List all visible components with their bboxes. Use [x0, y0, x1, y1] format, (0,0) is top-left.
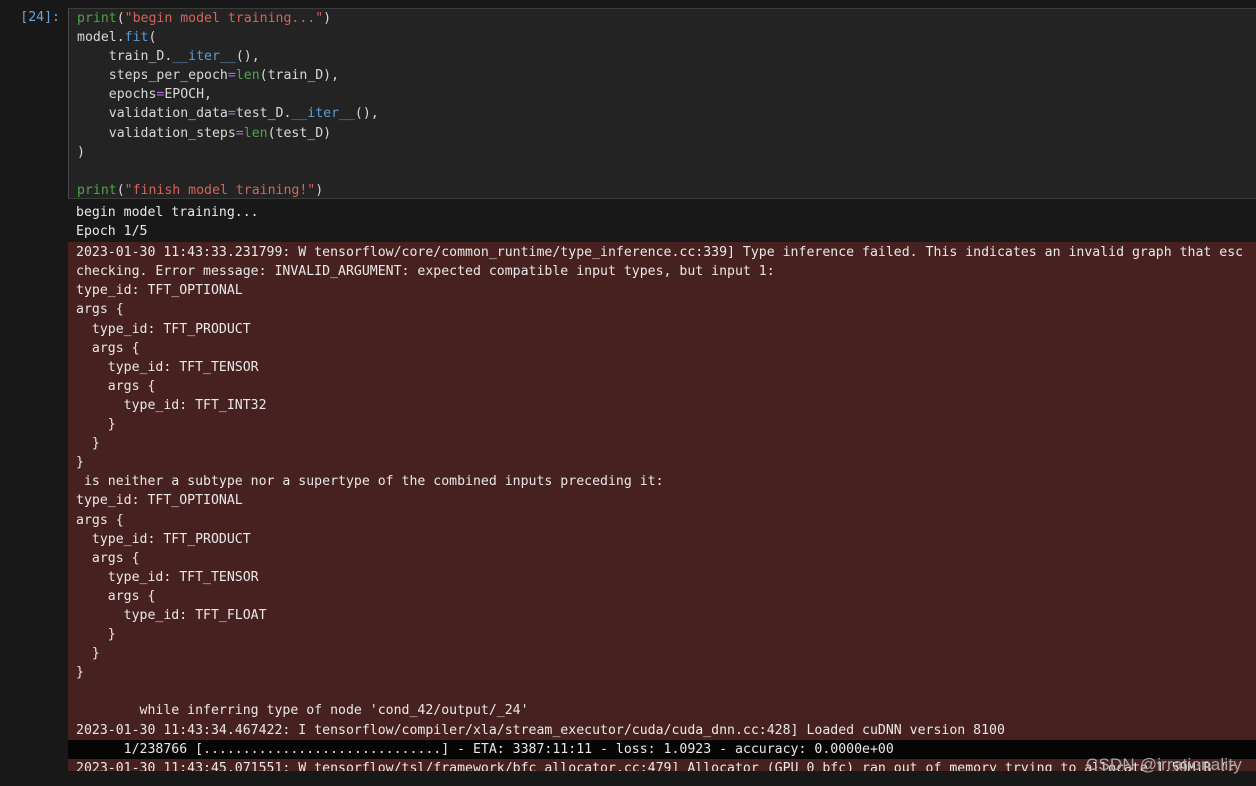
code-token: print: [77, 11, 117, 26]
code-token: (),: [235, 49, 260, 65]
code-token: =: [235, 125, 244, 141]
code-token: __iter__: [291, 106, 355, 122]
code-token: len: [243, 125, 268, 141]
stderr-tail-text: 2023-01-30 11:43:45.071551: W tensorflow…: [76, 760, 1236, 771]
stderr-text: 2023-01-30 11:43:33.231799: W tensorflow…: [76, 245, 1244, 738]
code-token: (: [116, 182, 125, 198]
code-token: test_D.: [235, 106, 292, 122]
stderr-stream-continued: 2023-01-30 11:43:45.071551: W tensorflow…: [68, 758, 1256, 771]
stdout-text: begin model training... Epoch 1/5: [76, 205, 259, 240]
code-token: (),: [354, 106, 379, 122]
code-token: print: [77, 182, 117, 198]
code-token: train_D.: [77, 49, 173, 65]
code-token: epochs: [77, 87, 157, 103]
code-token: "begin model training...": [124, 11, 324, 26]
code-token: __iter__: [172, 49, 236, 65]
code-editor[interactable]: print("begin model training...") model.f…: [68, 8, 1256, 199]
code-token: ): [323, 11, 332, 26]
notebook-page: [24]: print("begin model training...") m…: [0, 0, 1256, 786]
code-token: fit: [124, 30, 149, 46]
code-token: model.: [77, 30, 125, 46]
code-token: (: [148, 30, 157, 46]
training-progress-line: 1/238766 [..............................…: [68, 739, 1256, 759]
code-token: validation_steps: [77, 125, 236, 141]
stdout-stream: begin model training... Epoch 1/5: [68, 199, 1256, 243]
code-token: len: [235, 68, 260, 84]
code-token: (train_D),: [259, 68, 340, 84]
code-token: EPOCH,: [164, 87, 212, 103]
code-token: (: [116, 11, 125, 26]
code-token: steps_per_epoch: [77, 68, 228, 84]
cell-output-area: begin model training... Epoch 1/5 2023-0…: [0, 199, 1256, 771]
code-token: (test_D): [267, 125, 332, 141]
code-token: =: [227, 68, 236, 84]
code-token: "finish model training!": [124, 182, 316, 198]
code-cell-input[interactable]: [24]: print("begin model training...") m…: [0, 0, 1256, 199]
code-token: ): [77, 144, 85, 160]
code-token: validation_data: [77, 106, 228, 122]
code-token: ): [315, 182, 324, 198]
code-source[interactable]: print("begin model training...") model.f…: [77, 9, 1256, 198]
progress-bar-text: 1/238766 [..............................…: [76, 741, 894, 757]
cell-prompt-label: [24]:: [20, 10, 60, 25]
stderr-stream: 2023-01-30 11:43:33.231799: W tensorflow…: [68, 242, 1256, 740]
code-token: =: [227, 106, 236, 122]
